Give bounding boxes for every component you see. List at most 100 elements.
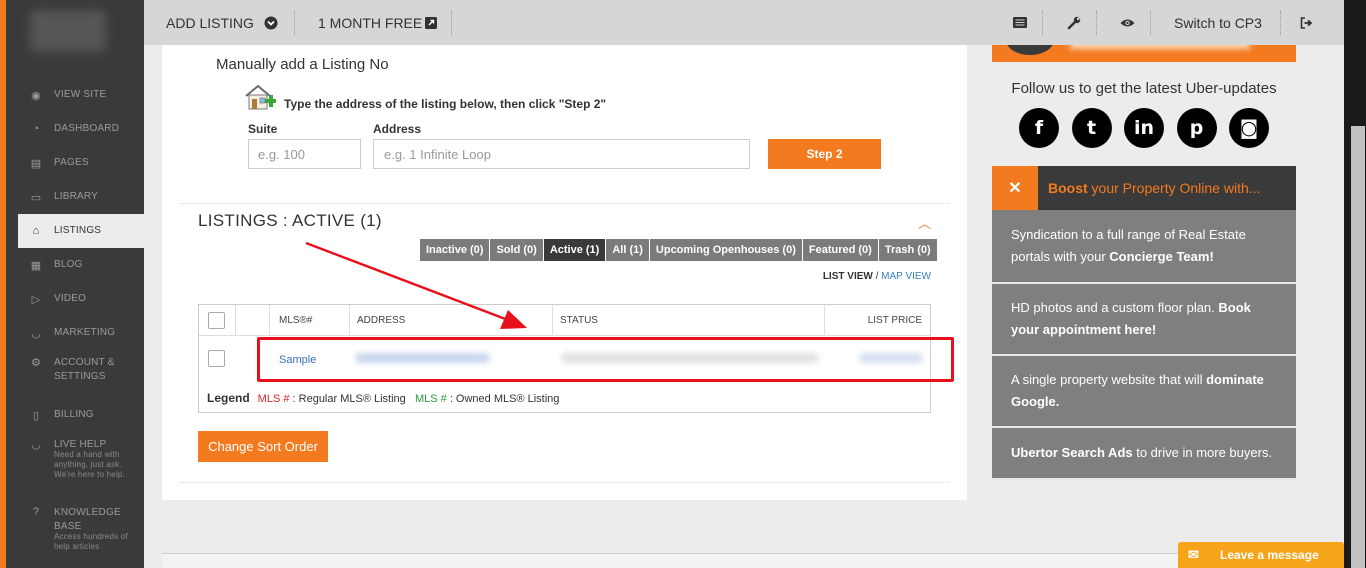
tools-button[interactable] (1067, 0, 1081, 45)
list-icon (1013, 17, 1027, 28)
video-icon: ▷ (31, 293, 41, 306)
eye-icon: ◉ (31, 89, 41, 102)
sidebar-item-description: Access hundreds of help articles (54, 532, 128, 551)
sidebar-item-pages[interactable]: ▤ PAGES (18, 146, 144, 180)
sidebar-item-blog[interactable]: ▦ BLOG (18, 248, 144, 282)
step2-button[interactable]: Step 2 (768, 139, 881, 169)
instagram-icon[interactable]: ◙ (1229, 108, 1269, 148)
annotation-highlight-box (257, 337, 954, 382)
topbar-divider (1280, 11, 1281, 35)
scrollbar-thumb[interactable] (1351, 126, 1365, 568)
envelope-icon: ✉ (1188, 547, 1199, 562)
external-link-icon (425, 16, 438, 29)
column-mls[interactable]: MLS®# (279, 305, 313, 336)
boost-item[interactable]: HD photos and a custom floor plan. Book … (992, 284, 1296, 356)
main-panel: Manually add a Listing No Type the addre… (162, 45, 967, 500)
month-free-label: 1 MONTH FREE (318, 14, 423, 31)
chevron-down-icon (264, 16, 278, 29)
sidebar-item-listings[interactable]: ⌂ LISTINGS (18, 214, 144, 248)
change-sort-order-button[interactable]: Change Sort Order (198, 431, 328, 462)
manual-add-title: Manually add a Listing No (216, 56, 389, 73)
collapse-icon[interactable]: ︿ (918, 213, 931, 232)
sidebar-item-live-help[interactable]: ◡ LIVE HELP Need a hand with anything, jus… (18, 432, 144, 500)
boost-title-rest: your Property Online with... (1087, 180, 1261, 196)
boost-title: Boost your Property Online with... (1048, 180, 1260, 196)
sidebar-item-label: MARKETING (54, 327, 116, 338)
sidebar-item-billing[interactable]: ▯ BILLING (18, 398, 144, 432)
pages-icon: ▤ (30, 157, 42, 170)
sidebar-item-account-settings[interactable]: ⚙ ACCOUNT & SETTINGS (18, 350, 144, 398)
switch-cp3-label: Switch to CP3 (1174, 14, 1262, 31)
boost-item-pre: HD photos and a custom floor plan. (1011, 300, 1219, 315)
wrench-icon (1067, 16, 1081, 29)
preview-button[interactable] (1120, 0, 1135, 45)
address-input[interactable] (373, 139, 750, 169)
filter-tab-inactive[interactable]: Inactive (0) (420, 239, 491, 261)
column-status[interactable]: STATUS (560, 305, 598, 336)
filter-tab-sold[interactable]: Sold (0) (490, 239, 544, 261)
status-filter-tabs: Inactive (0) Sold (0) Active (1) All (1) Upc… (420, 239, 938, 261)
linkedin-icon[interactable]: in (1124, 108, 1164, 148)
table-header: MLS®# ADDRESS STATUS LIST PRICE (199, 305, 930, 336)
sidebar-item-view-site[interactable]: ◉ VIEW SITE (18, 78, 144, 112)
boost-item-pre: A single property website that will (1011, 372, 1207, 387)
listings-title: LISTINGS : ACTIVE (1) (198, 211, 382, 230)
sidebar-item-label: PAGES (54, 157, 89, 168)
logout-button[interactable] (1300, 0, 1313, 45)
boost-item-text: HD photos and a custom floor plan. Book … (1011, 297, 1277, 341)
sidebar-item-library[interactable]: ▭ LIBRARY (18, 180, 144, 214)
listing-view-button[interactable] (1013, 0, 1027, 45)
marketing-icon: ◡ (31, 327, 41, 340)
logo[interactable] (30, 10, 106, 52)
filter-tab-active[interactable]: Active (1) (543, 239, 607, 261)
close-icon[interactable]: ✕ (992, 166, 1038, 210)
sidebar-item-video[interactable]: ▷ VIDEO (18, 282, 144, 316)
select-all-checkbox[interactable] (208, 312, 225, 329)
boost-item[interactable]: A single property website that will domi… (992, 356, 1296, 428)
promo-banner[interactable] (992, 45, 1296, 62)
suite-input[interactable] (248, 139, 361, 169)
leave-message-label: Leave a message (1220, 548, 1319, 562)
filter-tab-upcoming-openhouses[interactable]: Upcoming Openhouses (0) (649, 239, 803, 261)
boost-item[interactable]: Syndication to a full range of Real Esta… (992, 210, 1296, 284)
sidebar-item-dashboard[interactable]: ◔ DASHBOARD (18, 112, 144, 146)
view-toggle: LIST VIEW / MAP VIEW (823, 271, 931, 282)
filter-tab-featured[interactable]: Featured (0) (802, 239, 879, 261)
top-bar: ADD LISTING 1 MONTH FREE Switch to CP3 (144, 0, 1366, 45)
suite-label: Suite (248, 122, 278, 136)
topbar-divider (1042, 11, 1043, 35)
facebook-icon[interactable]: f (1019, 108, 1059, 148)
filter-tab-trash[interactable]: Trash (0) (878, 239, 938, 261)
add-listing-menu[interactable]: ADD LISTING (166, 0, 278, 45)
column-list-price[interactable]: LIST PRICE (868, 305, 922, 336)
filter-tab-all[interactable]: All (1) (606, 239, 650, 261)
boost-item-post: to drive in more buyers. (1132, 445, 1273, 460)
divider (180, 203, 950, 204)
sidebar-item-label: BILLING (54, 409, 94, 420)
list-view-link[interactable]: LIST VIEW (823, 271, 873, 282)
sidebar-item-description: Need a hand with anything, just ask. We'… (54, 450, 125, 479)
column-address[interactable]: ADDRESS (357, 305, 405, 336)
boost-item[interactable]: Ubertor Search Ads to drive in more buye… (992, 428, 1296, 480)
boost-item-text: A single property website that will domi… (1011, 369, 1277, 413)
pinterest-icon[interactable]: p (1176, 108, 1217, 148)
divider (180, 482, 950, 483)
social-links: f t in p ◙ (1019, 108, 1282, 148)
boost-title-bold: Boost (1048, 180, 1088, 196)
address-instruction: Type the address of the listing below, t… (284, 97, 607, 111)
legend-owned-key: MLS # (414, 393, 447, 405)
sidebar-item-knowledge-base[interactable]: ? KNOWLEDGE BASE Access hundreds of help a… (18, 500, 144, 568)
topbar-divider (1150, 11, 1151, 35)
column-divider (269, 305, 270, 336)
row-checkbox[interactable] (208, 350, 225, 367)
blog-icon: ▦ (30, 259, 42, 272)
boost-item-text: Syndication to a full range of Real Esta… (1011, 224, 1277, 268)
month-free-link[interactable]: 1 MONTH FREE (318, 0, 438, 45)
eye-icon (1120, 19, 1135, 26)
map-view-link[interactable]: MAP VIEW (881, 271, 931, 282)
sidebar-item-marketing[interactable]: ◡ MARKETING (18, 316, 144, 350)
leave-message-button[interactable]: ✉ Leave a message (1178, 542, 1344, 568)
logout-icon (1300, 16, 1313, 29)
twitter-icon[interactable]: t (1071, 108, 1112, 148)
switch-cp3-link[interactable]: Switch to CP3 (1174, 0, 1262, 45)
